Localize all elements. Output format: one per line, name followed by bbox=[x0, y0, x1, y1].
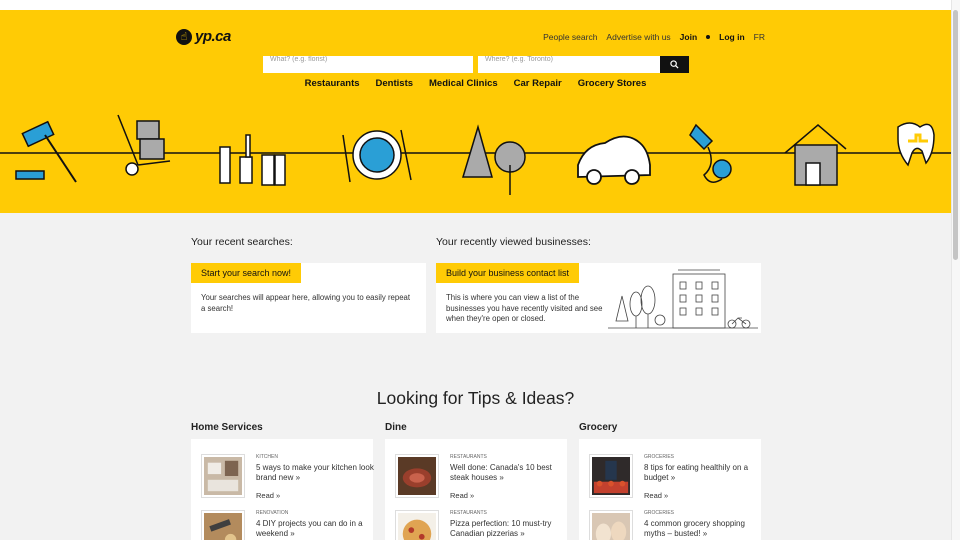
tools-photo-icon bbox=[204, 513, 242, 540]
build-contact-list-tag[interactable]: Build your business contact list bbox=[436, 263, 580, 283]
article-title[interactable]: Pizza perfection: 10 must-try Canadian p… bbox=[450, 519, 568, 538]
recent-viewed-text: This is where you can view a list of the… bbox=[446, 293, 603, 323]
column-title-grocery: Grocery bbox=[579, 422, 618, 433]
kitchen-photo-icon bbox=[204, 457, 242, 495]
column-card-home-services: KITCHEN 5 ways to make your kitchen look… bbox=[191, 439, 374, 540]
article-category: GROCERIES bbox=[644, 454, 675, 460]
article-thumbnail[interactable] bbox=[589, 454, 633, 498]
category-car-repair[interactable]: Car Repair bbox=[513, 78, 563, 89]
article-thumbnail[interactable] bbox=[395, 510, 439, 540]
article-title[interactable]: 5 ways to make your kitchen look brand n… bbox=[256, 463, 374, 482]
column-card-grocery: GROCERIES 8 tips for eating healthily on… bbox=[579, 439, 761, 540]
category-medical-clinics[interactable]: Medical Clinics bbox=[428, 78, 499, 89]
house-icon bbox=[784, 124, 847, 186]
car-icon bbox=[577, 135, 651, 185]
read-more-link[interactable]: Read » bbox=[450, 491, 474, 500]
language-toggle[interactable]: FR bbox=[754, 32, 765, 42]
vertical-scrollbar[interactable] bbox=[951, 0, 960, 540]
category-navigation: Restaurants Dentists Medical Clinics Car… bbox=[0, 78, 951, 89]
walking-fingers-icon: ☝ bbox=[176, 28, 192, 45]
article-item[interactable]: RENOVATION 4 DIY projects you can do in … bbox=[201, 510, 371, 540]
advertise-link[interactable]: Advertise with us bbox=[606, 32, 670, 42]
tooth-icon bbox=[897, 122, 935, 167]
recent-searches-text: Your searches will appear here, allowing… bbox=[201, 293, 411, 313]
article-item[interactable]: GROCERIES 8 tips for eating healthily on… bbox=[589, 454, 759, 506]
plate-icon bbox=[342, 129, 412, 183]
article-item[interactable]: RESTAURANTS Well done: Canada's 10 best … bbox=[395, 454, 565, 506]
recent-searches-title: Your recent searches: bbox=[191, 236, 293, 248]
article-title[interactable]: 4 DIY projects you can do in a weekend » bbox=[256, 519, 374, 538]
category-restaurants[interactable]: Restaurants bbox=[304, 78, 361, 89]
article-category: RESTAURANTS bbox=[450, 510, 487, 516]
search-what-input[interactable]: What? (e.g. florist) bbox=[263, 56, 473, 73]
column-title-dine: Dine bbox=[385, 422, 407, 433]
recent-viewed-title: Your recently viewed businesses: bbox=[436, 236, 591, 248]
search-icon bbox=[670, 60, 679, 69]
column-card-dine: RESTAURANTS Well done: Canada's 10 best … bbox=[385, 439, 567, 540]
market-photo-icon bbox=[592, 457, 630, 495]
gavel-icon bbox=[15, 120, 77, 183]
article-title[interactable]: 4 common grocery shopping myths – busted… bbox=[644, 519, 762, 538]
recent-viewed-card: Build your business contact list This is… bbox=[436, 263, 761, 333]
eggs-photo-icon bbox=[592, 513, 630, 540]
article-category: RENOVATION bbox=[256, 510, 289, 516]
article-category: RESTAURANTS bbox=[450, 454, 487, 460]
article-thumbnail[interactable] bbox=[201, 454, 245, 498]
top-navigation: People search Advertise with us Join Log… bbox=[534, 32, 765, 42]
read-more-link[interactable]: Read » bbox=[256, 491, 280, 500]
steak-photo-icon bbox=[398, 457, 436, 495]
article-item[interactable]: KITCHEN 5 ways to make your kitchen look… bbox=[201, 454, 374, 506]
nav-separator-dot bbox=[706, 35, 711, 39]
trees-icon bbox=[461, 124, 526, 195]
pizza-photo-icon bbox=[398, 513, 436, 540]
scrollbar-thumb[interactable] bbox=[953, 10, 958, 260]
recent-searches-card: Start your search now! Your searches wil… bbox=[191, 263, 426, 333]
article-title[interactable]: Well done: Canada's 10 best steak houses… bbox=[450, 463, 568, 482]
search-where-input[interactable]: Where? (e.g. Toronto) bbox=[478, 56, 661, 73]
article-category: GROCERIES bbox=[644, 510, 675, 516]
login-link[interactable]: Log in bbox=[719, 32, 745, 42]
article-item[interactable]: RESTAURANTS Pizza perfection: 10 must-tr… bbox=[395, 510, 565, 540]
people-search-link[interactable]: People search bbox=[543, 32, 597, 42]
article-item[interactable]: GROCERIES 4 common grocery shopping myth… bbox=[589, 510, 759, 540]
logo-text: yp.ca bbox=[195, 28, 231, 45]
article-title[interactable]: 8 tips for eating healthily on a budget … bbox=[644, 463, 762, 482]
makeup-icon bbox=[219, 134, 286, 186]
read-more-link[interactable]: Read » bbox=[644, 491, 668, 500]
logo[interactable]: ☝ yp.ca bbox=[176, 28, 231, 45]
start-search-tag[interactable]: Start your search now! bbox=[191, 263, 302, 283]
browser-top-strip bbox=[0, 0, 960, 10]
join-link[interactable]: Join bbox=[680, 32, 697, 42]
column-title-home-services: Home Services bbox=[191, 422, 263, 433]
hand-truck-icon bbox=[117, 114, 171, 176]
article-thumbnail[interactable] bbox=[395, 454, 439, 498]
tips-title: Looking for Tips & Ideas? bbox=[376, 388, 575, 408]
category-grocery-stores[interactable]: Grocery Stores bbox=[577, 78, 648, 89]
hero-illustration bbox=[0, 114, 951, 195]
city-illustration bbox=[608, 269, 758, 329]
article-thumbnail[interactable] bbox=[201, 510, 245, 540]
hero-banner: ☝ yp.ca People search Advertise with us … bbox=[0, 10, 951, 213]
category-dentists[interactable]: Dentists bbox=[375, 78, 414, 89]
article-category: KITCHEN bbox=[256, 454, 278, 460]
article-thumbnail[interactable] bbox=[589, 510, 633, 540]
search-button[interactable] bbox=[660, 56, 689, 73]
